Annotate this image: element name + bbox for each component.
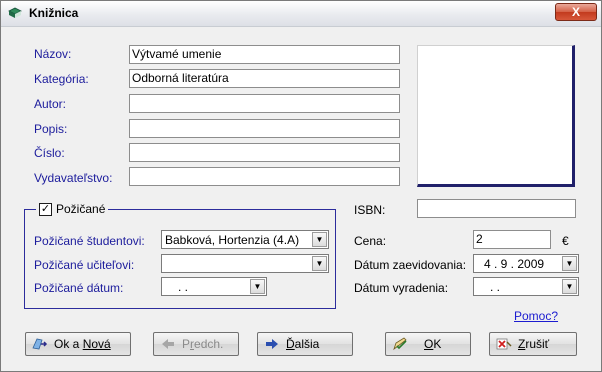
window-title: Knižnica xyxy=(29,6,79,20)
zaevid-date-value: 4 . 9 . 2009 xyxy=(484,257,545,271)
vyrad-date-value: . . xyxy=(490,280,501,294)
cena-input[interactable]: 2 xyxy=(473,230,551,249)
ok-button[interactable]: OK xyxy=(385,332,471,356)
previous-label: Predch. xyxy=(182,337,224,351)
cancel-label: Zrušiť xyxy=(518,337,550,351)
arrow-right-icon xyxy=(264,337,280,351)
loan-date-label: Požičané dátum: xyxy=(34,281,124,295)
check-pen-icon xyxy=(392,337,408,351)
zaevid-label: Dátum zaevidovania: xyxy=(354,258,467,272)
cislo-label: Číslo: xyxy=(34,146,65,160)
chevron-down-icon[interactable]: ▼ xyxy=(562,256,577,271)
next-label: Ďalšia xyxy=(286,337,320,351)
save-new-icon xyxy=(32,337,48,351)
student-combo[interactable]: Babková, Hortenzia (4.A) ▼ xyxy=(161,230,329,249)
close-button[interactable]: X xyxy=(555,3,597,21)
popis-label: Popis: xyxy=(34,122,68,136)
isbn-label: ISBN: xyxy=(354,203,386,217)
chevron-down-icon[interactable]: ▼ xyxy=(312,256,327,271)
previous-button[interactable]: Predch. xyxy=(153,332,239,356)
chevron-down-icon[interactable]: ▼ xyxy=(562,279,577,294)
vydavatelstvo-label: Vydavateľstvo: xyxy=(34,171,113,185)
title-bar[interactable]: Knižnica X xyxy=(1,1,601,27)
loaned-checkbox-label: Požičané xyxy=(56,202,106,216)
autor-input[interactable] xyxy=(129,94,400,113)
loaned-checkbox[interactable]: ✓ xyxy=(39,202,52,216)
help-link[interactable]: Pomoc? xyxy=(514,309,558,323)
cover-image-box[interactable] xyxy=(417,45,575,187)
kategoria-label: Kategória: xyxy=(34,72,89,86)
student-combo-value: Babková, Hortenzia (4.A) xyxy=(165,233,300,247)
teacher-combo[interactable]: ▼ xyxy=(161,254,329,273)
loan-date-value: . . xyxy=(178,280,189,294)
vydavatelstvo-input[interactable] xyxy=(129,167,400,186)
next-button[interactable]: Ďalšia xyxy=(257,332,353,356)
kategoria-input[interactable]: Odborná literatúra xyxy=(129,69,400,88)
chevron-down-icon[interactable]: ▼ xyxy=(250,279,265,294)
form-area: Názov: Výtvamé umenie Kategória: Odborná… xyxy=(3,28,599,370)
arrow-left-icon xyxy=(160,337,176,351)
isbn-input[interactable] xyxy=(417,199,576,218)
zaevid-date-picker[interactable]: 4 . 9 . 2009 ▼ xyxy=(473,254,579,273)
vyrad-date-picker[interactable]: . . ▼ xyxy=(473,277,579,296)
ok-label: OK xyxy=(424,337,442,351)
currency-symbol: € xyxy=(562,234,569,248)
autor-label: Autor: xyxy=(34,97,67,111)
loan-date-picker[interactable]: . . ▼ xyxy=(161,277,267,296)
chevron-down-icon[interactable]: ▼ xyxy=(312,232,327,247)
student-label: Požičané študentovi: xyxy=(34,234,145,248)
ok-new-label: Ok a Nová xyxy=(54,337,111,351)
teacher-label: Požičané učiteľovi: xyxy=(34,258,135,272)
cancel-icon xyxy=(496,337,512,351)
popis-input[interactable] xyxy=(129,119,400,138)
vyrad-label: Dátum vyradenia: xyxy=(354,281,449,295)
book-icon xyxy=(8,7,22,18)
nazov-label: Názov: xyxy=(34,47,72,61)
cancel-button[interactable]: Zrušiť xyxy=(489,332,577,356)
nazov-input[interactable]: Výtvamé umenie xyxy=(129,45,400,64)
cena-label: Cena: xyxy=(354,234,387,248)
close-icon: X xyxy=(571,5,580,19)
ok-new-button[interactable]: Ok a Nová xyxy=(25,332,131,356)
cislo-input[interactable] xyxy=(129,143,400,162)
loan-group-legend[interactable]: ✓ Požičané xyxy=(36,201,109,217)
dialog-window: Knižnica X Názov: Výtvamé umenie Kategór… xyxy=(0,0,602,372)
